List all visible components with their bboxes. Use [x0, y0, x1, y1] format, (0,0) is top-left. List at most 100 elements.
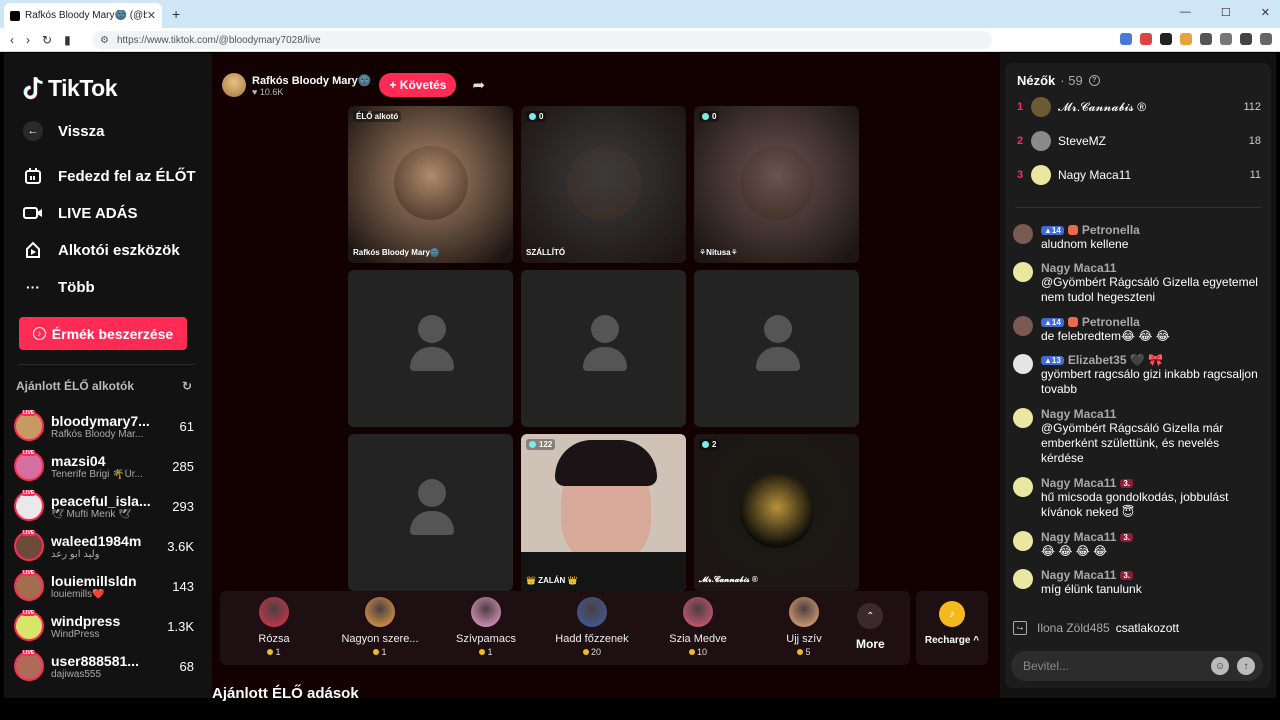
extension-icon[interactable] — [1240, 33, 1252, 45]
guest-slot[interactable] — [348, 270, 513, 427]
guest-score: 0 — [712, 112, 717, 121]
empty-seat-icon — [583, 315, 627, 375]
new-tab-icon[interactable]: + — [172, 6, 180, 22]
tab-close-icon[interactable]: ✕ — [147, 9, 156, 22]
chat-avatar[interactable] — [1013, 262, 1033, 282]
chat-username[interactable]: Nagy Maca11 3. — [1041, 530, 1263, 544]
extension-icon[interactable] — [1180, 33, 1192, 45]
viewer-row[interactable]: 1 𝓜𝓻.𝓒𝓪𝓷𝓷𝓪𝓫𝓲𝓼 ® 112 — [1017, 96, 1261, 118]
gift-item[interactable]: Nagyon szere... 1 — [338, 597, 422, 657]
guest-slot[interactable]: ÉLŐ alkotó Rafkós Bloody Mary🌚 — [348, 106, 513, 263]
guest-slot[interactable]: 0 SZÁLLÍTÓ — [521, 106, 686, 263]
guest-slot[interactable] — [694, 270, 859, 427]
gift-icon — [683, 597, 713, 627]
guest-name: SZÁLLÍTÓ — [526, 248, 566, 257]
chat-input[interactable] — [1023, 659, 1211, 673]
chat-username[interactable]: ▲13 Elizabet35 🖤 🎀 — [1041, 353, 1263, 367]
reload-icon[interactable]: ↻ — [42, 33, 52, 47]
chat-avatar[interactable] — [1013, 224, 1033, 244]
chat-username[interactable]: ▲14 Petronella — [1041, 315, 1263, 329]
get-coins-button[interactable]: ♪ Érmék beszerzése — [19, 317, 187, 350]
guest-slot[interactable]: 2 𝓜𝓻.𝓒𝓪𝓷𝓷𝓪𝓫𝓲𝓼 ® — [694, 434, 859, 591]
gift-icon — [577, 597, 607, 627]
bookmark-icon[interactable]: ▮ — [64, 33, 71, 47]
refresh-icon[interactable]: ↻ — [182, 379, 192, 393]
browser-toolbar: ‹ › ↻ ▮ ⚙ https://www.tiktok.com/@bloody… — [0, 28, 1280, 52]
chevron-up-icon: ⌃ — [857, 603, 884, 629]
back-arrow-icon[interactable]: ‹ — [10, 33, 14, 47]
guest-slot[interactable] — [521, 270, 686, 427]
gift-item[interactable]: Hadd főzzenek 20 — [550, 597, 634, 657]
minimize-icon[interactable]: — — [1180, 6, 1191, 19]
chat-username[interactable]: Nagy Maca11 — [1041, 261, 1263, 275]
nav-live-studio[interactable]: LIVE ADÁS — [22, 203, 137, 223]
chat-input-box: ☺ ↑ — [1011, 651, 1263, 681]
heart-badge-icon — [1067, 317, 1078, 327]
host-avatar[interactable] — [222, 73, 246, 97]
recommended-creator[interactable]: LIVE bloodymary7... Rafkós Bloody Mar... 61 — [14, 406, 194, 446]
chat-avatar[interactable] — [1013, 408, 1033, 428]
nav-more[interactable]: ··· Több — [22, 277, 95, 297]
host-name[interactable]: Rafkós Bloody Mary🌚 — [252, 74, 371, 87]
guest-slot[interactable]: 122 👑 ZALÁN 👑 — [521, 434, 686, 591]
tiktok-logo[interactable]: TikTok — [22, 75, 118, 102]
host-badge: ÉLŐ alkotó — [353, 111, 402, 122]
creator-avatar: LIVE — [14, 490, 44, 521]
score-icon — [529, 441, 536, 448]
url-bar[interactable]: ⚙ https://www.tiktok.com/@bloodymary7028… — [92, 31, 992, 49]
chat-avatar[interactable] — [1013, 477, 1033, 497]
chat-avatar[interactable] — [1013, 531, 1033, 551]
more-gifts-button[interactable]: ⌃ More — [856, 603, 885, 651]
share-icon[interactable]: ➦ — [472, 76, 485, 94]
recommended-creator[interactable]: LIVE mazsi04 Tenerife Brigi 🌴Ür... 285 — [14, 446, 194, 486]
site-info-icon[interactable]: ⚙ — [100, 35, 109, 46]
browser-tab[interactable]: Rafkós Bloody Mary🌚 (@blo ✕ — [4, 3, 162, 28]
recommended-creator[interactable]: LIVE peaceful_isla... 🕊 Mufti Menk 🕊 293 — [14, 486, 194, 526]
chat-username[interactable]: Nagy Maca11 3. — [1041, 568, 1263, 582]
gift-item[interactable]: Szia Medve 10 — [656, 597, 740, 657]
chat-username[interactable]: Nagy Maca11 — [1041, 407, 1263, 421]
gift-item[interactable]: Szívpamacs 1 — [444, 597, 528, 657]
chat-username[interactable]: ▲14 Petronella — [1041, 223, 1263, 237]
maximize-icon[interactable]: ☐ — [1221, 6, 1231, 19]
emoji-icon[interactable]: ☺ — [1211, 657, 1229, 675]
recommended-creator[interactable]: LIVE user888581... dajiwas555 68 — [14, 646, 194, 686]
close-window-icon[interactable]: ✕ — [1261, 6, 1270, 19]
nav-explore-live[interactable]: Fedezd fel az ÉLŐT — [22, 166, 196, 186]
guest-slot[interactable] — [348, 434, 513, 591]
creator-name: louiemillsldn — [51, 572, 137, 589]
extension-icon[interactable] — [1200, 33, 1212, 45]
info-icon[interactable]: ? — [1088, 75, 1100, 86]
nav-back[interactable]: ← Vissza — [22, 121, 104, 141]
extension-icon[interactable] — [1120, 33, 1132, 45]
recommended-creator[interactable]: LIVE waleed1984m وليد ابو رعد 3.6K — [14, 526, 194, 566]
gift-price-value: 10 — [696, 647, 707, 657]
viewer-row[interactable]: 2 SteveMZ 18 — [1017, 130, 1261, 152]
creator-avatar: LIVE — [14, 530, 44, 561]
extension-icon[interactable] — [1220, 33, 1232, 45]
empty-seat-body — [583, 347, 627, 371]
recharge-button[interactable]: ♪ Recharge ^ — [916, 591, 988, 665]
recommended-creator[interactable]: LIVE louiemillsldn louiemills❤️ 143 — [14, 566, 194, 606]
guest-avatar — [740, 474, 814, 548]
recommended-creator[interactable]: LIVE windpress WindPress 1.3K — [14, 606, 194, 646]
chat-avatar[interactable] — [1013, 316, 1033, 336]
extension-icon[interactable] — [1160, 33, 1172, 45]
viewer-row[interactable]: 3 Nagy Maca11 11 — [1017, 164, 1261, 186]
extension-icon[interactable] — [1140, 33, 1152, 45]
gift-item[interactable]: Rózsa 1 — [232, 597, 316, 657]
divider — [1015, 207, 1261, 208]
join-user[interactable]: Ilona Zöld485 — [1037, 621, 1110, 635]
forward-arrow-icon[interactable]: › — [26, 33, 30, 47]
chat-avatar[interactable] — [1013, 569, 1033, 589]
follow-button[interactable]: + Követés — [379, 73, 457, 97]
chat-username-text: Nagy Maca11 — [1041, 568, 1117, 582]
gift-icon — [789, 597, 819, 627]
nav-creator-tools[interactable]: Alkotói eszközök — [22, 240, 180, 260]
gift-item[interactable]: Ujj szív 5 — [762, 597, 846, 657]
menu-icon[interactable] — [1260, 33, 1272, 45]
guest-slot[interactable]: 0 ⚘Nitusa⚘ — [694, 106, 859, 263]
chat-username[interactable]: Nagy Maca11 3. — [1041, 476, 1263, 490]
send-icon[interactable]: ↑ — [1237, 657, 1255, 675]
chat-avatar[interactable] — [1013, 354, 1033, 374]
